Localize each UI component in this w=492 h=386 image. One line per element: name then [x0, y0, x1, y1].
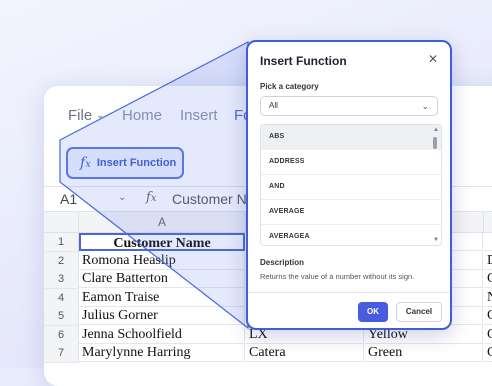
category-value: All	[269, 101, 278, 110]
function-list-item[interactable]: ABS	[261, 125, 441, 150]
insert-function-dialog: Insert Function ✕ Pick a category All ⌄ …	[246, 40, 452, 330]
function-items: ABS ADDRESS AND AVERAGE AVERAGEA	[261, 125, 441, 245]
function-list-item[interactable]: ADDRESS	[261, 150, 441, 175]
function-list[interactable]: ABS ADDRESS AND AVERAGE AVERAGEA ▲ ▼	[260, 124, 442, 246]
function-list-item[interactable]: AND	[261, 175, 441, 200]
dialog-title: Insert Function	[260, 54, 347, 68]
category-label: Pick a category	[260, 82, 319, 91]
close-icon[interactable]: ✕	[428, 52, 438, 66]
cancel-button[interactable]: Cancel	[396, 302, 442, 322]
dialog-footer-divider	[248, 292, 450, 293]
description-label: Description	[260, 258, 305, 267]
scrollbar-thumb[interactable]	[433, 137, 437, 149]
scroll-down-icon[interactable]: ▼	[433, 237, 439, 243]
category-select[interactable]: All ⌄	[260, 96, 438, 116]
function-list-item[interactable]: AVERAGE	[261, 200, 441, 225]
scroll-up-icon[interactable]: ▲	[433, 127, 439, 133]
zoom-beam-shape	[59, 41, 249, 330]
description-text: Returns the value of a number without it…	[260, 272, 415, 281]
chevron-down-icon: ⌄	[421, 101, 429, 111]
function-list-item[interactable]: AVERAGEA	[261, 225, 441, 245]
ok-button[interactable]: OK	[358, 302, 388, 322]
